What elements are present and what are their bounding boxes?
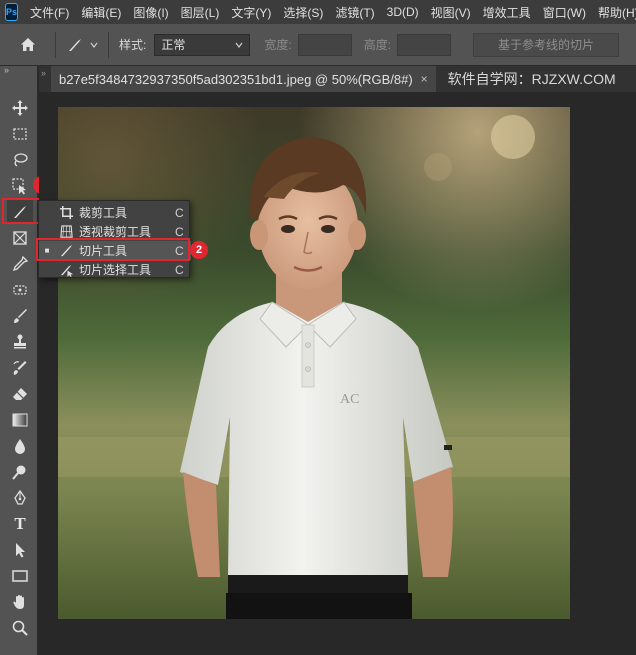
path-select-tool[interactable] — [7, 538, 33, 562]
menu-view[interactable]: 视图(V) — [431, 4, 471, 21]
menu-edit[interactable]: 编辑(E) — [81, 4, 121, 21]
slice-select-icon — [60, 264, 73, 277]
dodge-icon — [12, 465, 26, 480]
eraser-tool[interactable] — [7, 382, 33, 406]
menu-file[interactable]: 文件(F) — [30, 4, 69, 21]
lasso-icon — [14, 153, 28, 167]
panel-collapse-grip[interactable]: » — [0, 66, 37, 76]
document-tab[interactable]: b27e5f3484732937350f5ad302351bd1.jpeg @ … — [51, 66, 436, 92]
chevron-down-icon — [90, 42, 98, 48]
photoshop-logo: Ps — [5, 3, 19, 21]
home-icon — [21, 37, 35, 51]
step-badge-2: 2 — [190, 241, 208, 259]
flyout-item-crop[interactable]: 裁剪工具 C — [39, 203, 191, 222]
style-value: 正常 — [161, 38, 186, 52]
style-select[interactable]: 正常 — [154, 33, 251, 56]
watermark-text: 软件自学网：RJZXW.COM — [447, 71, 616, 87]
style-label: 样式: — [119, 38, 147, 52]
rectangle-icon — [12, 570, 28, 582]
home-button[interactable] — [11, 30, 45, 60]
menu-window[interactable]: 窗口(W) — [543, 4, 586, 21]
dodge-tool[interactable] — [7, 460, 33, 484]
type-icon: T — [14, 514, 26, 533]
knife-icon — [69, 38, 81, 51]
brush-tool[interactable] — [7, 304, 33, 328]
menu-select[interactable]: 选择(S) — [283, 4, 323, 21]
hand-icon — [13, 595, 24, 609]
zoom-icon — [12, 620, 28, 636]
tool-preset-picker[interactable] — [66, 36, 98, 54]
zoom-tool[interactable] — [7, 616, 33, 640]
move-icon — [12, 100, 28, 116]
boy-portrait-image: AC — [58, 107, 570, 619]
tab-overflow-glyph[interactable]: » — [39, 66, 51, 92]
svg-text:AC: AC — [340, 392, 359, 407]
menu-help[interactable]: 帮助(H) — [598, 4, 636, 21]
healing-icon — [13, 285, 27, 295]
flyout-item-shortcut: C — [175, 262, 184, 277]
brush-icon — [14, 309, 27, 323]
menu-3d[interactable]: 3D(D) — [387, 5, 419, 19]
eyedropper-icon — [12, 255, 29, 272]
object-select-icon — [12, 178, 26, 195]
options-separator — [55, 31, 56, 58]
flyout-item-label: 切片选择工具 — [79, 263, 152, 277]
flyout-item-slice-select[interactable]: 切片选择工具 C — [39, 260, 191, 279]
frame-tool[interactable] — [7, 226, 33, 250]
height-label: 高度: — [363, 38, 392, 52]
object-select-tool[interactable] — [7, 174, 33, 198]
history-brush-icon — [13, 361, 27, 375]
slice-item-highlight — [36, 238, 190, 261]
options-bar: 样式: 正常 宽度: 高度: 基于参考线的切片 — [0, 24, 636, 66]
hand-tool[interactable] — [7, 590, 33, 614]
perspective-crop-icon — [59, 225, 73, 238]
pen-tool[interactable] — [7, 486, 33, 510]
flyout-item-shortcut: C — [175, 205, 184, 220]
width-input[interactable] — [297, 33, 352, 56]
document-tab-title: b27e5f3484732937350f5ad302351bd1.jpeg @ … — [59, 71, 413, 87]
menu-type[interactable]: 文字(Y) — [231, 4, 271, 21]
document-image[interactable]: AC — [58, 107, 570, 619]
menu-image[interactable]: 图像(I) — [133, 4, 168, 21]
slices-from-guides-button[interactable]: 基于参考线的切片 — [473, 32, 620, 57]
document-tab-bar: » b27e5f3484732937350f5ad302351bd1.jpeg … — [39, 66, 636, 92]
menu-plugins[interactable]: 增效工具 — [483, 4, 531, 21]
history-brush-tool[interactable] — [7, 356, 33, 380]
arrow-icon — [16, 543, 25, 558]
stamp-tool[interactable] — [7, 330, 33, 354]
rectangle-tool[interactable] — [7, 564, 33, 588]
flyout-item-label: 裁剪工具 — [79, 206, 128, 220]
menu-layer[interactable]: 图层(L) — [181, 4, 220, 21]
pen-icon — [14, 489, 26, 505]
healing-tool[interactable] — [7, 278, 33, 302]
blur-tool[interactable] — [7, 434, 33, 458]
flyout-item-shortcut: C — [175, 224, 184, 239]
drop-icon — [15, 439, 25, 454]
tools-panel: » T — [0, 66, 38, 655]
gradient-tool[interactable] — [7, 408, 33, 432]
menu-filter[interactable]: 滤镜(T) — [335, 4, 374, 21]
type-tool[interactable]: T — [7, 512, 33, 536]
options-separator — [108, 31, 109, 58]
move-tool[interactable] — [7, 96, 33, 120]
eyedropper-tool[interactable] — [7, 252, 33, 276]
gradient-icon — [12, 413, 28, 427]
slice-tool-highlight — [2, 198, 40, 224]
lasso-tool[interactable] — [7, 148, 33, 172]
crop-icon — [59, 205, 73, 220]
chevron-down-icon — [235, 42, 243, 48]
height-input[interactable] — [397, 33, 452, 56]
eraser-icon — [13, 388, 27, 400]
frame-icon — [13, 231, 27, 245]
marquee-tool[interactable] — [7, 122, 33, 146]
menu-bar: Ps 文件(F) 编辑(E) 图像(I) 图层(L) 文字(Y) 选择(S) 滤… — [0, 0, 636, 24]
width-label: 宽度: — [264, 38, 292, 52]
close-icon[interactable]: × — [421, 72, 428, 86]
stamp-icon — [14, 334, 26, 349]
marquee-icon — [13, 128, 27, 140]
